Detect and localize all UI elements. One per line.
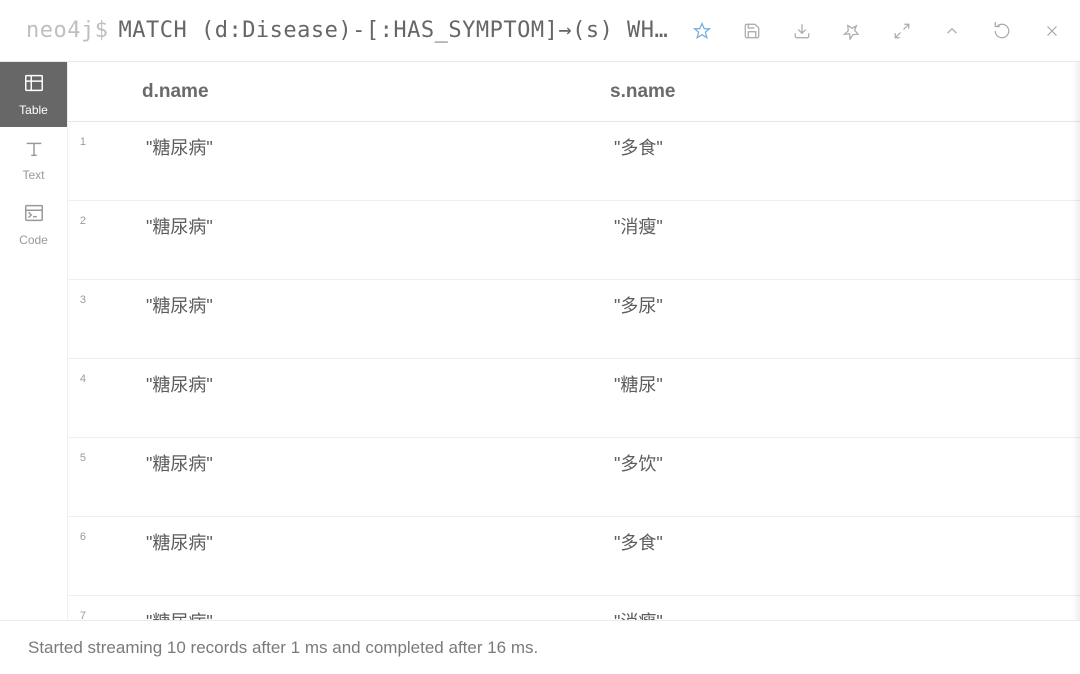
save-icon[interactable] [742,21,762,41]
sidebar-item-label: Text [22,168,44,182]
rerun-icon[interactable] [992,21,1012,41]
cell-dname: "糖尿病" [146,529,614,555]
row-number: 2 [72,213,86,227]
row-number: 5 [72,450,86,464]
cell-dname: "糖尿病" [146,450,614,476]
table-icon [23,72,45,99]
table-rows[interactable]: 1 "糖尿病" "多食" 2 "糖尿病" "消瘦" 3 "糖尿病" [68,122,1080,620]
prompt-label: neo4j$ [26,18,108,43]
sidebar-item-text[interactable]: Text [0,127,67,192]
favorite-icon[interactable] [692,21,712,41]
download-icon[interactable] [792,21,812,41]
table-row: 3 "糖尿病" "多尿" [68,280,1080,359]
table-row: 5 "糖尿病" "多饮" [68,438,1080,517]
row-number: 7 [72,608,86,620]
cell-dname: "糖尿病" [146,608,614,620]
query-text[interactable]: MATCH (d:Disease)-[:HAS_SYMPTOM]→(s) WHE… [118,18,672,43]
pin-icon[interactable] [842,21,862,41]
cell-dname: "糖尿病" [146,213,614,239]
cell-dname: "糖尿病" [146,134,614,160]
table-row: 2 "糖尿病" "消瘦" [68,201,1080,280]
row-number: 6 [72,529,86,543]
cell-sname: "消瘦" [614,213,1080,239]
text-icon [23,137,45,164]
query-bar: neo4j$ MATCH (d:Disease)-[:HAS_SYMPTOM]→… [0,0,1080,62]
cell-sname: "消瘦" [614,608,1080,620]
row-number: 4 [72,371,86,385]
table-row: 1 "糖尿病" "多食" [68,122,1080,201]
table-row: 7 "糖尿病" "消瘦" [68,596,1080,620]
result-panel: d.name s.name 1 "糖尿病" "多食" 2 "糖尿病" "消瘦" [67,62,1080,620]
code-icon [23,202,45,229]
row-number: 1 [72,134,86,148]
status-bar: Started streaming 10 records after 1 ms … [0,620,1080,674]
cell-sname: "多尿" [614,292,1080,318]
sidebar-item-code[interactable]: Code [0,192,67,257]
sidebar-item-label: Code [19,233,48,247]
column-header-sname: s.name [610,81,1080,103]
expand-icon[interactable] [892,21,912,41]
result-toolbar [692,21,1062,41]
close-icon[interactable] [1042,21,1062,41]
table-header: d.name s.name [68,62,1080,122]
collapse-up-icon[interactable] [942,21,962,41]
table-row: 6 "糖尿病" "多食" [68,517,1080,596]
view-sidebar: Table Text Code [0,62,67,620]
sidebar-item-table[interactable]: Table [0,62,67,127]
sidebar-item-label: Table [19,103,48,117]
column-header-dname: d.name [142,81,610,103]
cell-dname: "糖尿病" [146,292,614,318]
cell-dname: "糖尿病" [146,371,614,397]
row-number: 3 [72,292,86,306]
cell-sname: "糖尿" [614,371,1080,397]
table-row: 4 "糖尿病" "糖尿" [68,359,1080,438]
cell-sname: "多饮" [614,450,1080,476]
cell-sname: "多食" [614,134,1080,160]
cell-sname: "多食" [614,529,1080,555]
